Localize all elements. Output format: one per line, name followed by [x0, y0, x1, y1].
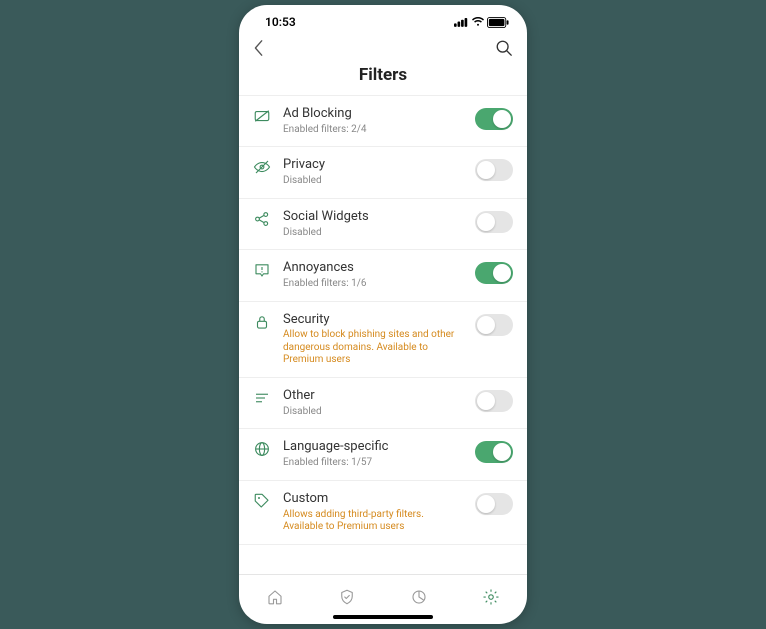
back-button[interactable]	[253, 39, 265, 61]
filter-sub: Enabled filters: 1/57	[283, 457, 463, 470]
home-indicator	[333, 615, 433, 619]
tab-shield[interactable]	[338, 588, 356, 606]
filter-row-language[interactable]: Language-specific Enabled filters: 1/57	[239, 429, 527, 480]
filter-sub: Allow to block phishing sites and other …	[283, 329, 463, 367]
wifi-icon	[471, 17, 485, 27]
share-icon	[253, 210, 271, 228]
filter-sub: Disabled	[283, 175, 463, 188]
tab-stats[interactable]	[410, 588, 428, 606]
filter-label: Privacy	[283, 157, 463, 174]
filter-row-privacy[interactable]: Privacy Disabled	[239, 147, 527, 198]
filter-label: Social Widgets	[283, 209, 463, 226]
filter-row-other[interactable]: Other Disabled	[239, 378, 527, 429]
filter-sub: Disabled	[283, 406, 463, 419]
pie-icon	[410, 588, 428, 606]
chevron-left-icon	[253, 39, 265, 57]
filter-sub: Enabled filters: 2/4	[283, 124, 463, 137]
nav-bar	[239, 33, 527, 63]
eye-off-icon	[253, 158, 271, 176]
filter-row-social[interactable]: Social Widgets Disabled	[239, 199, 527, 250]
filter-row-security[interactable]: Security Allow to block phishing sites a…	[239, 302, 527, 378]
filter-row-custom[interactable]: Custom Allows adding third-party filters…	[239, 481, 527, 545]
toggle-privacy[interactable]	[475, 159, 513, 181]
filter-label: Language-specific	[283, 439, 463, 456]
signal-icon	[454, 17, 469, 27]
alert-box-icon	[253, 261, 271, 279]
toggle-security[interactable]	[475, 314, 513, 336]
filter-label: Custom	[283, 491, 463, 508]
lines-icon	[253, 389, 271, 407]
filter-row-ad-blocking[interactable]: Ad Blocking Enabled filters: 2/4	[239, 96, 527, 147]
phone-frame: 10:53 Filters Ad Blocking Enabled filter…	[239, 5, 527, 624]
toggle-ad-blocking[interactable]	[475, 108, 513, 130]
toggle-other[interactable]	[475, 390, 513, 412]
filter-sub: Allows adding third-party filters. Avail…	[283, 509, 463, 534]
globe-icon	[253, 440, 271, 458]
toggle-custom[interactable]	[475, 493, 513, 515]
filter-row-annoyances[interactable]: Annoyances Enabled filters: 1/6	[239, 250, 527, 301]
toggle-language[interactable]	[475, 441, 513, 463]
filter-sub: Enabled filters: 1/6	[283, 278, 463, 291]
filter-sub: Disabled	[283, 227, 463, 240]
search-button[interactable]	[495, 39, 513, 61]
page-title: Filters	[239, 63, 527, 95]
filter-label: Annoyances	[283, 260, 463, 277]
lock-icon	[253, 313, 271, 331]
tab-home[interactable]	[266, 588, 284, 606]
search-icon	[495, 39, 513, 57]
tag-icon	[253, 492, 271, 510]
gear-icon	[482, 588, 500, 606]
status-icons	[454, 17, 509, 28]
toggle-social[interactable]	[475, 211, 513, 233]
status-time: 10:53	[265, 15, 296, 29]
filter-label: Ad Blocking	[283, 106, 463, 123]
ad-block-icon	[253, 107, 271, 125]
status-bar: 10:53	[239, 5, 527, 33]
tab-settings[interactable]	[482, 588, 500, 606]
shield-icon	[338, 588, 356, 606]
filter-label: Security	[283, 312, 463, 329]
filter-label: Other	[283, 388, 463, 405]
toggle-annoyances[interactable]	[475, 262, 513, 284]
home-icon	[266, 588, 284, 606]
battery-icon	[487, 17, 509, 28]
filters-list: Ad Blocking Enabled filters: 2/4 Privacy…	[239, 95, 527, 574]
